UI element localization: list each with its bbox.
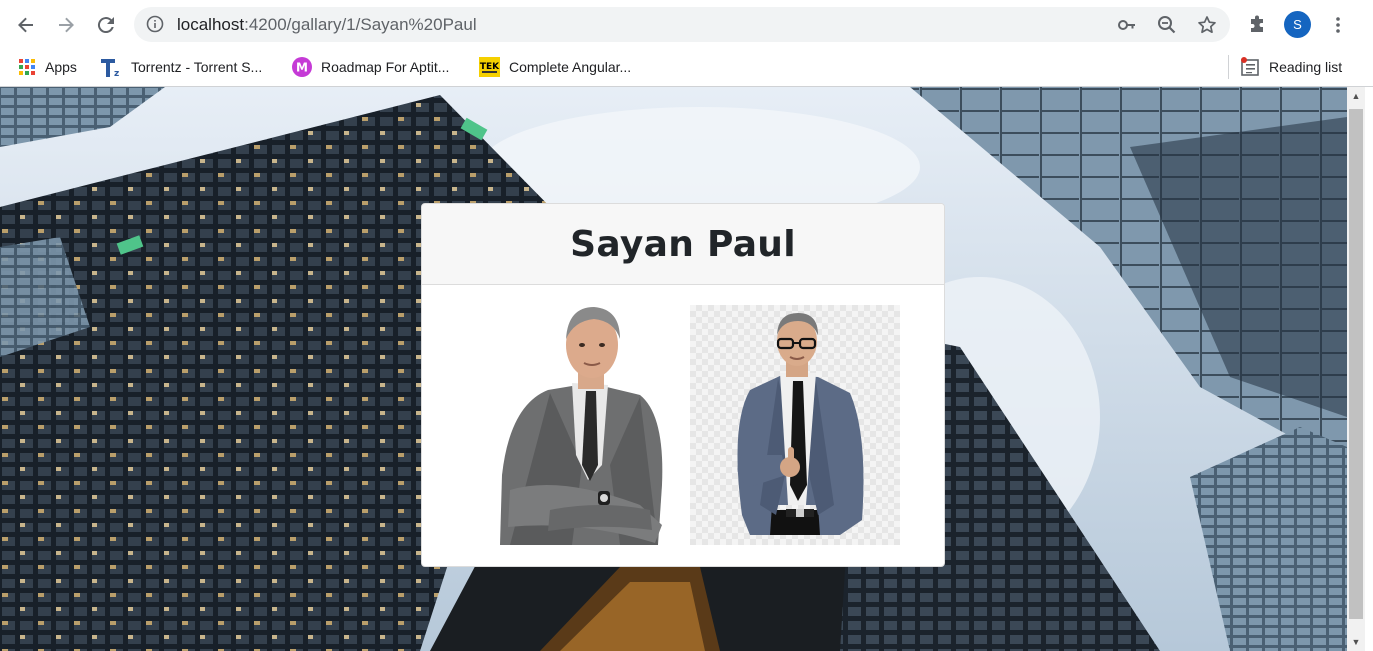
- profile-initial: S: [1293, 17, 1302, 32]
- scroll-down-arrow-icon[interactable]: ▼: [1347, 633, 1365, 651]
- reading-list-label: Reading list: [1269, 59, 1343, 75]
- url-path: :4200/gallary/1/Sayan%20Paul: [244, 15, 477, 34]
- reload-icon: [97, 17, 114, 34]
- man-blue-suit-thumbs-up-photo: [737, 313, 864, 535]
- svg-text:M: M: [296, 61, 308, 75]
- card-title: Sayan Paul: [570, 223, 796, 265]
- bookmark-label: Torrentz - Torrent S...: [131, 59, 263, 75]
- bookmark-label: Roadmap For Aptit...: [321, 59, 450, 75]
- bookmark-star-icon[interactable]: [1196, 14, 1218, 36]
- bookmark-torrentz[interactable]: z Torrentz - Torrent S...: [100, 55, 262, 79]
- reading-list-button[interactable]: Reading list: [1240, 55, 1342, 79]
- puzzle-piece-icon: [1251, 15, 1263, 32]
- back-button[interactable]: [10, 9, 42, 41]
- site-info-icon[interactable]: [146, 15, 164, 38]
- bookmark-label: Apps: [45, 59, 77, 75]
- scrollbar-thumb[interactable]: [1349, 109, 1363, 619]
- page-viewport: Sayan Paul: [0, 87, 1347, 651]
- torrentz-favicon: z: [100, 56, 122, 78]
- card-header: Sayan Paul: [422, 204, 944, 285]
- url-host: localhost: [177, 15, 245, 34]
- bookmark-roadmap[interactable]: M Roadmap For Aptit...: [292, 55, 449, 79]
- zoom-icon[interactable]: [1156, 14, 1178, 36]
- svg-text:TEK: TEK: [480, 62, 500, 72]
- forward-button[interactable]: [50, 9, 82, 41]
- bookmarks-divider: [1228, 55, 1229, 79]
- tek-favicon: TEK: [479, 57, 500, 77]
- bookmark-angular[interactable]: TEK Complete Angular...: [479, 55, 631, 79]
- password-key-icon[interactable]: [1116, 14, 1138, 36]
- url-text[interactable]: localhost:4200/gallary/1/Sayan%20Paul: [177, 15, 477, 35]
- man-grey-suit-photo: [500, 307, 663, 545]
- bookmark-label: Complete Angular...: [509, 59, 632, 75]
- address-bar[interactable]: localhost:4200/gallary/1/Sayan%20Paul: [134, 7, 1230, 42]
- reload-button[interactable]: [90, 9, 122, 41]
- browser-toolbar: localhost:4200/gallary/1/Sayan%20Paul S: [0, 0, 1373, 48]
- gallery-photo-2[interactable]: [690, 305, 900, 545]
- window-edge: [1365, 87, 1373, 651]
- back-arrow-icon: [18, 17, 33, 33]
- apps-grid-icon: [18, 58, 36, 76]
- roadmap-m-favicon: M: [292, 57, 312, 77]
- extensions-button[interactable]: [1241, 9, 1273, 41]
- svg-text:z: z: [114, 69, 119, 78]
- bookmark-apps[interactable]: Apps: [18, 55, 77, 79]
- gallery-photo-1[interactable]: [490, 305, 700, 545]
- browser-menu-button[interactable]: [1322, 9, 1354, 41]
- reading-list-icon: [1240, 57, 1260, 77]
- forward-arrow-icon: [59, 17, 74, 33]
- kebab-menu-icon: [1336, 17, 1340, 33]
- bookmarks-bar: Apps z Torrentz - Torrent S... M Roadmap…: [0, 48, 1373, 87]
- scroll-up-arrow-icon[interactable]: ▲: [1347, 87, 1365, 105]
- gallery-card: Sayan Paul: [421, 203, 945, 567]
- profile-avatar[interactable]: S: [1284, 11, 1311, 38]
- vertical-scrollbar[interactable]: ▲ ▼: [1347, 87, 1365, 651]
